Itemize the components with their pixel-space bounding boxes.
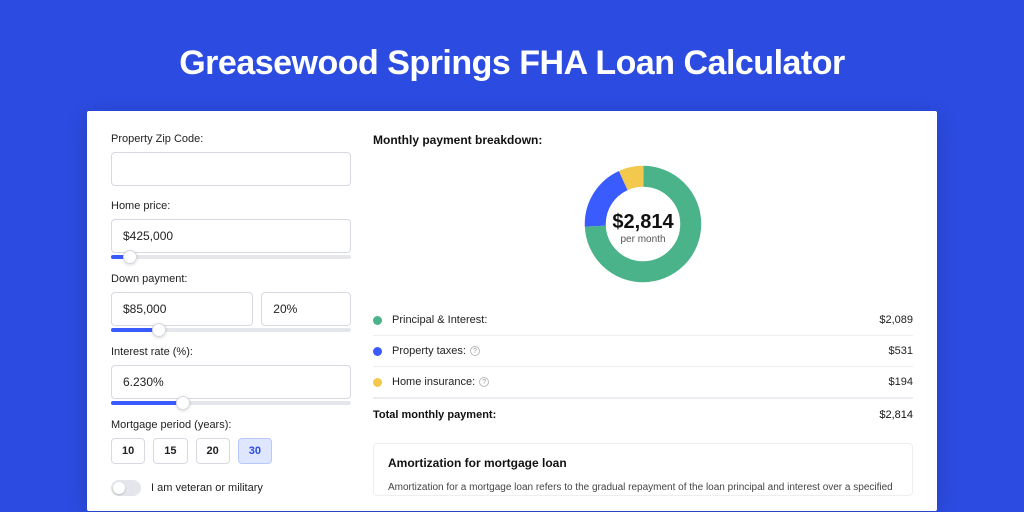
down-payment-field: Down payment:	[111, 273, 351, 332]
period-label: Mortgage period (years):	[111, 419, 351, 431]
slider-thumb-icon[interactable]	[176, 396, 190, 410]
down-payment-pct-input[interactable]	[261, 292, 351, 326]
donut-amount: $2,814	[612, 211, 673, 234]
legend-value: $194	[889, 376, 913, 388]
legend-row-principal: Principal & Interest: $2,089	[373, 305, 913, 336]
legend-text: Home insurance:	[392, 376, 475, 388]
home-price-label: Home price:	[111, 200, 351, 212]
period-field: Mortgage period (years): 10 15 20 30	[111, 419, 351, 464]
interest-field: Interest rate (%):	[111, 346, 351, 405]
interest-label: Interest rate (%):	[111, 346, 351, 358]
total-value: $2,814	[879, 409, 913, 421]
veteran-toggle[interactable]	[111, 480, 141, 496]
total-row: Total monthly payment: $2,814	[373, 398, 913, 435]
legend-label: Principal & Interest:	[392, 314, 879, 326]
legend: Principal & Interest: $2,089 Property ta…	[373, 305, 913, 435]
donut-sub: per month	[612, 234, 673, 245]
amortization-text: Amortization for a mortgage loan refers …	[388, 480, 898, 495]
page-title: Greasewood Springs FHA Loan Calculator	[0, 0, 1024, 111]
info-icon[interactable]: ?	[470, 346, 480, 356]
zip-label: Property Zip Code:	[111, 133, 351, 145]
legend-label: Home insurance: ?	[392, 376, 889, 388]
home-price-slider[interactable]	[111, 255, 351, 259]
calculator-card: Property Zip Code: Home price: Down paym…	[87, 111, 937, 511]
period-30-button[interactable]: 30	[238, 438, 272, 464]
amortization-title: Amortization for mortgage loan	[388, 456, 898, 470]
legend-value: $2,089	[879, 314, 913, 326]
dot-icon	[373, 316, 382, 325]
down-payment-label: Down payment:	[111, 273, 351, 285]
breakdown-title: Monthly payment breakdown:	[373, 133, 913, 147]
info-icon[interactable]: ?	[479, 377, 489, 387]
legend-row-insurance: Home insurance: ? $194	[373, 367, 913, 398]
legend-row-taxes: Property taxes: ? $531	[373, 336, 913, 367]
veteran-label: I am veteran or military	[151, 482, 263, 494]
donut-center: $2,814 per month	[612, 211, 673, 245]
slider-thumb-icon[interactable]	[152, 323, 166, 337]
zip-field: Property Zip Code:	[111, 133, 351, 186]
period-15-button[interactable]: 15	[153, 438, 187, 464]
total-label: Total monthly payment:	[373, 409, 879, 421]
amortization-card: Amortization for mortgage loan Amortizat…	[373, 443, 913, 496]
down-payment-input[interactable]	[111, 292, 253, 326]
legend-value: $531	[889, 345, 913, 357]
veteran-row: I am veteran or military	[111, 480, 351, 496]
toggle-knob-icon	[113, 482, 125, 494]
donut-chart: $2,814 per month	[373, 155, 913, 301]
home-price-field: Home price:	[111, 200, 351, 259]
home-price-input[interactable]	[111, 219, 351, 253]
inputs-column: Property Zip Code: Home price: Down paym…	[111, 133, 351, 511]
dot-icon	[373, 347, 382, 356]
period-10-button[interactable]: 10	[111, 438, 145, 464]
interest-slider[interactable]	[111, 401, 351, 405]
down-payment-slider[interactable]	[111, 328, 351, 332]
interest-input[interactable]	[111, 365, 351, 399]
dot-icon	[373, 378, 382, 387]
legend-label: Property taxes: ?	[392, 345, 889, 357]
period-20-button[interactable]: 20	[196, 438, 230, 464]
breakdown-column: Monthly payment breakdown: $2,814 per mo…	[373, 133, 913, 511]
period-options: 10 15 20 30	[111, 438, 351, 464]
zip-input[interactable]	[111, 152, 351, 186]
legend-text: Property taxes:	[392, 345, 466, 357]
slider-thumb-icon[interactable]	[123, 250, 137, 264]
